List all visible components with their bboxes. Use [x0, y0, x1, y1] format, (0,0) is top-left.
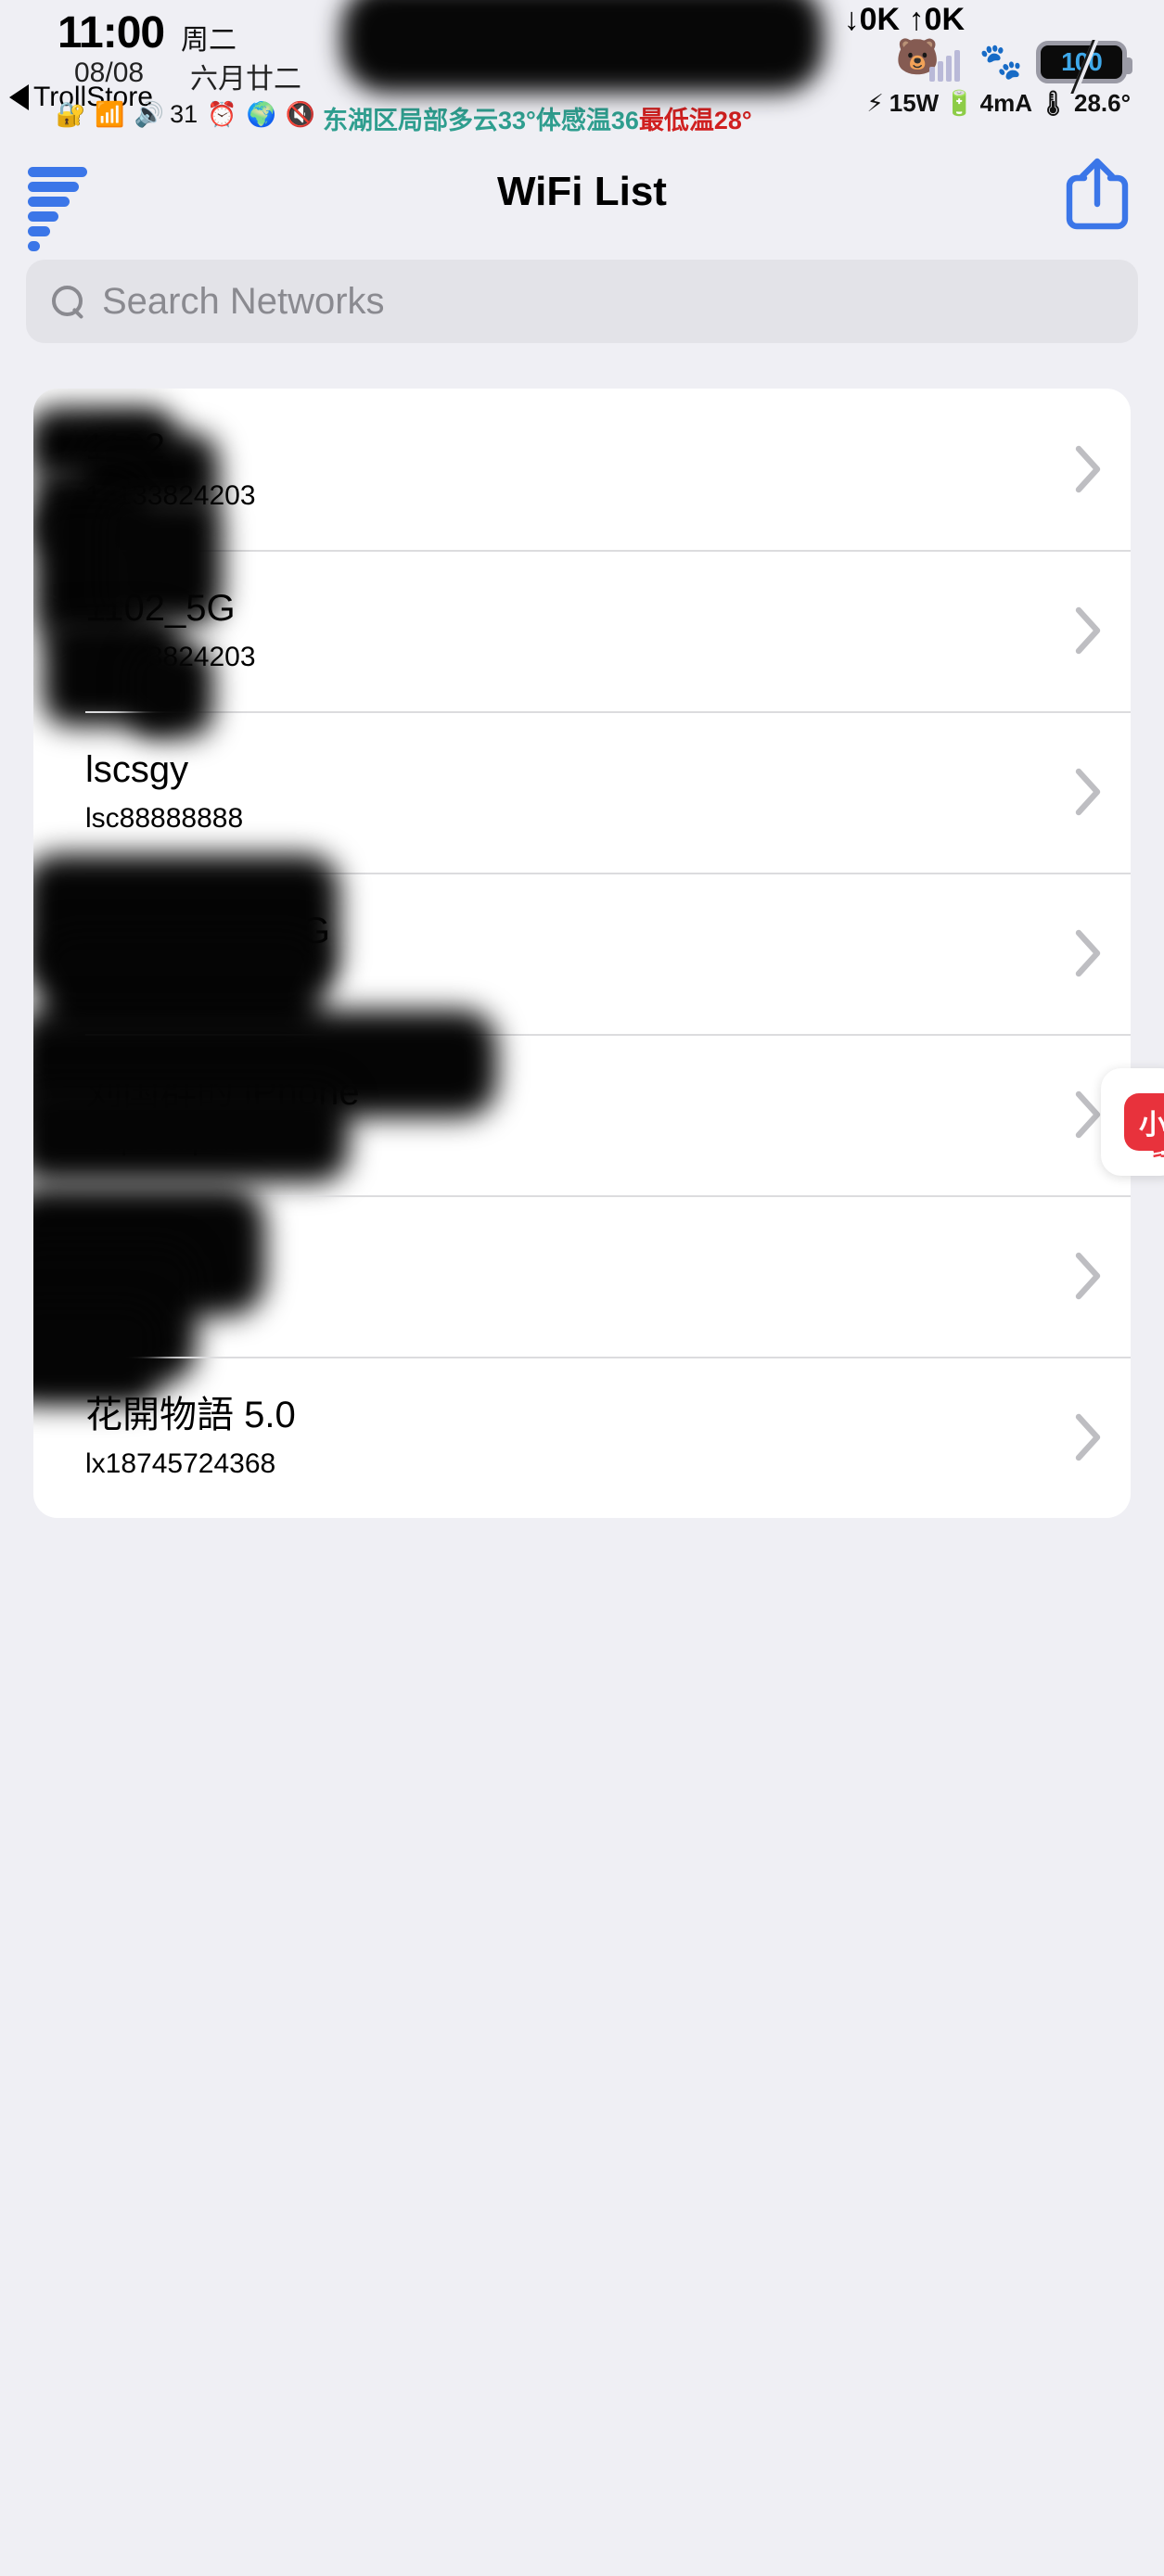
alarm-clock-icon: ⏰: [207, 100, 237, 128]
thermometer-icon: 🌡: [1037, 89, 1068, 117]
charge-current-label: 4mA: [979, 89, 1032, 117]
network-speed-indicator: ↓0K ↑0K: [844, 2, 965, 38]
redaction-overlay: [33, 1186, 265, 1316]
wifi-list: 1102 13133824203 1102_5G 13133824203 lsc…: [33, 389, 1131, 1518]
app-icon-sublabel: 红: [1152, 1138, 1164, 1161]
table-row[interactable]: 1102 13133824203: [33, 389, 1131, 550]
table-row[interactable]: 刘国群的 iPhone 5izp30aqanf5: [33, 1010, 1131, 1195]
table-row[interactable]: ZhiF_1102_5G Zhifo___@: [33, 854, 1131, 1043]
network-ssid: ZhiF_1102_5G: [85, 911, 330, 951]
chevron-right-icon: [1047, 768, 1131, 816]
network-down-speed: ↓0K: [843, 2, 901, 37]
cellular-signal-bear-icon: 🐻: [896, 38, 966, 85]
search-input[interactable]: Search Networks: [26, 260, 1138, 343]
table-row[interactable]: 花開物語 5.0 lx18745724368: [33, 1303, 1131, 1518]
floating-app-shortcut[interactable]: 小 红: [1101, 1068, 1164, 1176]
charge-watts-label: 15W: [889, 89, 940, 117]
network-ssid: 刘国群的 iPhone: [85, 1072, 360, 1113]
status-bar: 11:00 周二 08/08 六月廿二 TrollStore 🔐 📶 🔊 31 …: [0, 0, 1164, 147]
device-temperature-label: 28.6°: [1073, 89, 1131, 117]
network-password: Zhifo___@: [85, 964, 223, 995]
battery-indicator: 100: [1036, 40, 1132, 94]
network-ssid: lscsgy: [85, 749, 189, 790]
weather-feels-like: 体感温36: [535, 107, 639, 134]
bluetooth-icon: 📶: [95, 100, 125, 128]
network-up-speed: ↑0K: [908, 2, 965, 37]
wifi-paw-icon: 🐾: [979, 43, 1023, 82]
charging-stats: ⚡ 15W 🔋 4mA 🌡 28.6°: [867, 89, 1132, 118]
chevron-right-icon: [1047, 606, 1131, 655]
network-password: lsc88888888: [85, 803, 244, 834]
chevron-right-icon: [1047, 445, 1131, 493]
network-password: 13133824203: [85, 480, 256, 511]
chevron-right-icon: [1047, 1252, 1131, 1300]
table-row[interactable]: [33, 1186, 1131, 1383]
network-password: 5izp30aqanf5: [85, 1126, 253, 1156]
search-placeholder: Search Networks: [102, 280, 385, 322]
mute-icon: 🔇: [285, 100, 316, 128]
row-texts: lscsgy lsc88888888: [85, 749, 1047, 835]
row-texts: ZhiF_1102_5G Zhifo___@: [85, 911, 1047, 996]
network-password: lx18745724368: [85, 1448, 276, 1479]
status-icon-tray: 🔐 📶 🔊 31 ⏰ 🌍 🔇: [56, 100, 315, 129]
row-texts: 花開物語 5.0 lx18745724368: [85, 1395, 1047, 1480]
status-lunar-date: 六月廿二: [190, 64, 301, 95]
redaction-overlay: [341, 0, 824, 93]
rotation-lock-icon: 🔐: [56, 100, 86, 128]
table-row[interactable]: 1102_5G 13133824203: [33, 494, 1131, 726]
network-password: 13133824203: [85, 642, 256, 672]
weather-condition: 局部多云: [398, 107, 498, 134]
search-icon: [50, 284, 85, 319]
status-weather: 东湖区局部多云33°体感温36最低温28°: [323, 100, 752, 136]
bolt-emoji-icon: ⚡: [866, 89, 884, 117]
filter-sort-icon[interactable]: [28, 167, 87, 251]
location-globe-icon: 🌍: [246, 100, 276, 128]
row-texts: 1102 13133824203: [85, 427, 1047, 512]
status-right-icons: 🐻 🐾 100: [896, 38, 1132, 94]
battery-emoji-icon: 🔋: [944, 89, 975, 117]
weather-region: 东湖区: [323, 107, 398, 134]
share-icon[interactable]: [1062, 156, 1132, 236]
page-title: WiFi List: [497, 169, 667, 214]
signal-bars-icon: [928, 50, 960, 82]
table-row[interactable]: lscsgy lsc88888888: [33, 644, 1131, 873]
status-weekday: 周二: [181, 25, 237, 56]
volume-icon: 🔊: [134, 100, 165, 128]
back-triangle-icon: [9, 84, 29, 110]
chevron-right-icon: [1047, 1413, 1131, 1461]
row-texts: 1102_5G 13133824203: [85, 588, 1047, 673]
phone-screen: 11:00 周二 08/08 六月廿二 TrollStore 🔐 📶 🔊 31 …: [0, 0, 1164, 2576]
navigation-bar: WiFi List: [0, 147, 1164, 250]
network-ssid: 1102_5G: [85, 588, 236, 629]
network-ssid: 1102: [85, 427, 166, 467]
network-ssid: 花開物語 5.0: [85, 1395, 296, 1435]
status-clock: 11:00: [58, 8, 165, 57]
volume-level-label: 31: [170, 100, 198, 128]
row-texts: [85, 1269, 1047, 1282]
weather-temp: 33°: [498, 107, 536, 134]
chevron-right-icon: [1047, 929, 1131, 977]
weather-low-temp: 最低温28°: [638, 107, 752, 134]
row-texts: 刘国群的 iPhone 5izp30aqanf5: [85, 1072, 1047, 1157]
